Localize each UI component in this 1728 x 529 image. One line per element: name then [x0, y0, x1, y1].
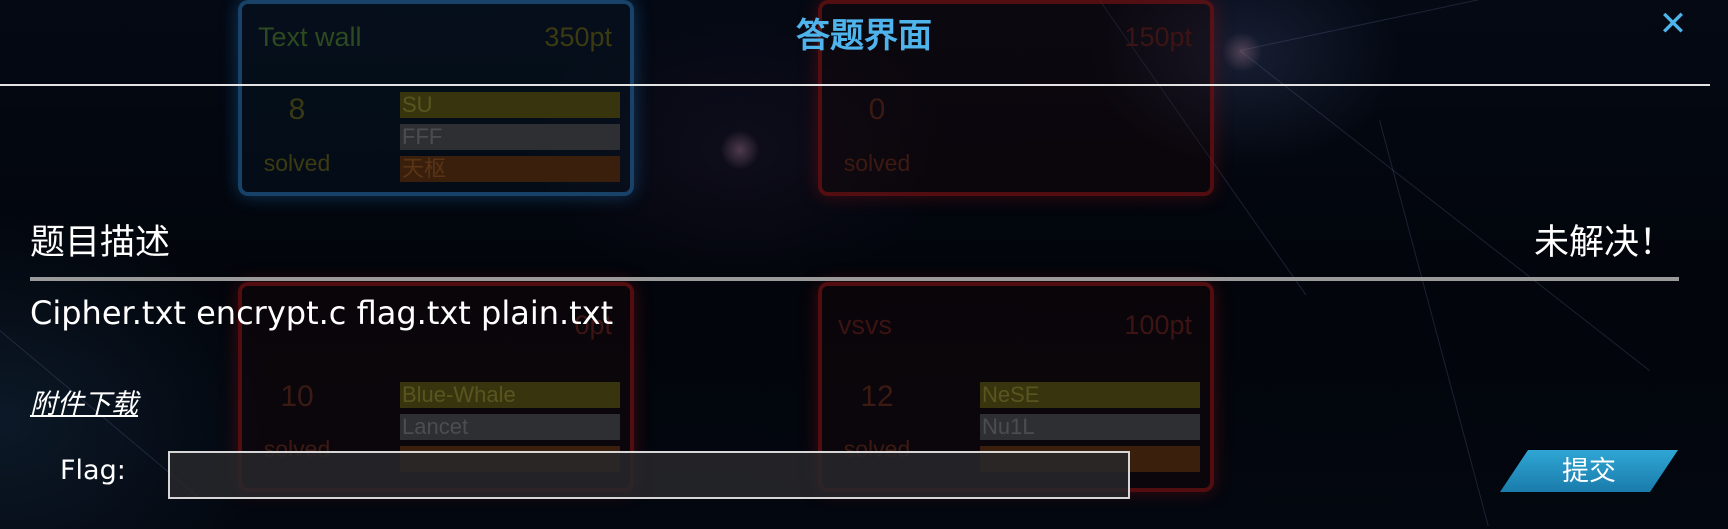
close-button[interactable]: ✕ — [1655, 6, 1691, 42]
card-solved-count: 12 — [860, 380, 894, 413]
challenge-page: Text wall 350pt 8 solved SU FFF 天枢 150pt… — [0, 0, 1728, 529]
solve-status: 未解决！ — [1533, 223, 1674, 263]
header-divider — [0, 84, 1710, 86]
card-solved-count: 10 — [280, 380, 314, 413]
team-rank-3: 天枢 — [400, 156, 620, 182]
card-solved-label: solved — [843, 150, 911, 176]
team-rank-2: Nu1L — [980, 414, 1200, 440]
submit-button[interactable]: 提交 — [1500, 450, 1678, 492]
submit-button-label: 提交 — [1562, 456, 1616, 487]
section-divider — [30, 277, 1679, 281]
flag-label: Flag: — [60, 455, 126, 486]
team-rank-1: Blue-Whale — [400, 382, 620, 408]
modal-title: 答题界面 — [796, 16, 932, 56]
section-title: 题目描述 — [30, 223, 171, 263]
card-title: vsvs — [838, 310, 892, 340]
team-rank-2: FFF — [400, 124, 620, 150]
team-rank-1: SU — [400, 92, 620, 118]
team-rank-1: NeSE — [980, 382, 1200, 408]
card-solved-count: 0 — [868, 93, 886, 126]
card-solved-count: 8 — [288, 93, 306, 126]
challenge-description: Cipher.txt encrypt.c flag.txt plain.txt — [30, 294, 614, 332]
card-points: 100pt — [1124, 310, 1192, 340]
challenge-grid: Text wall 350pt 8 solved SU FFF 天枢 150pt… — [0, 0, 1728, 529]
attachment-download-link[interactable]: 附件下载 — [30, 382, 138, 421]
flag-input[interactable] — [168, 451, 1130, 499]
card-solved-label: solved — [263, 150, 331, 176]
close-icon: ✕ — [1658, 4, 1688, 44]
team-rank-2: Lancet — [400, 414, 620, 440]
